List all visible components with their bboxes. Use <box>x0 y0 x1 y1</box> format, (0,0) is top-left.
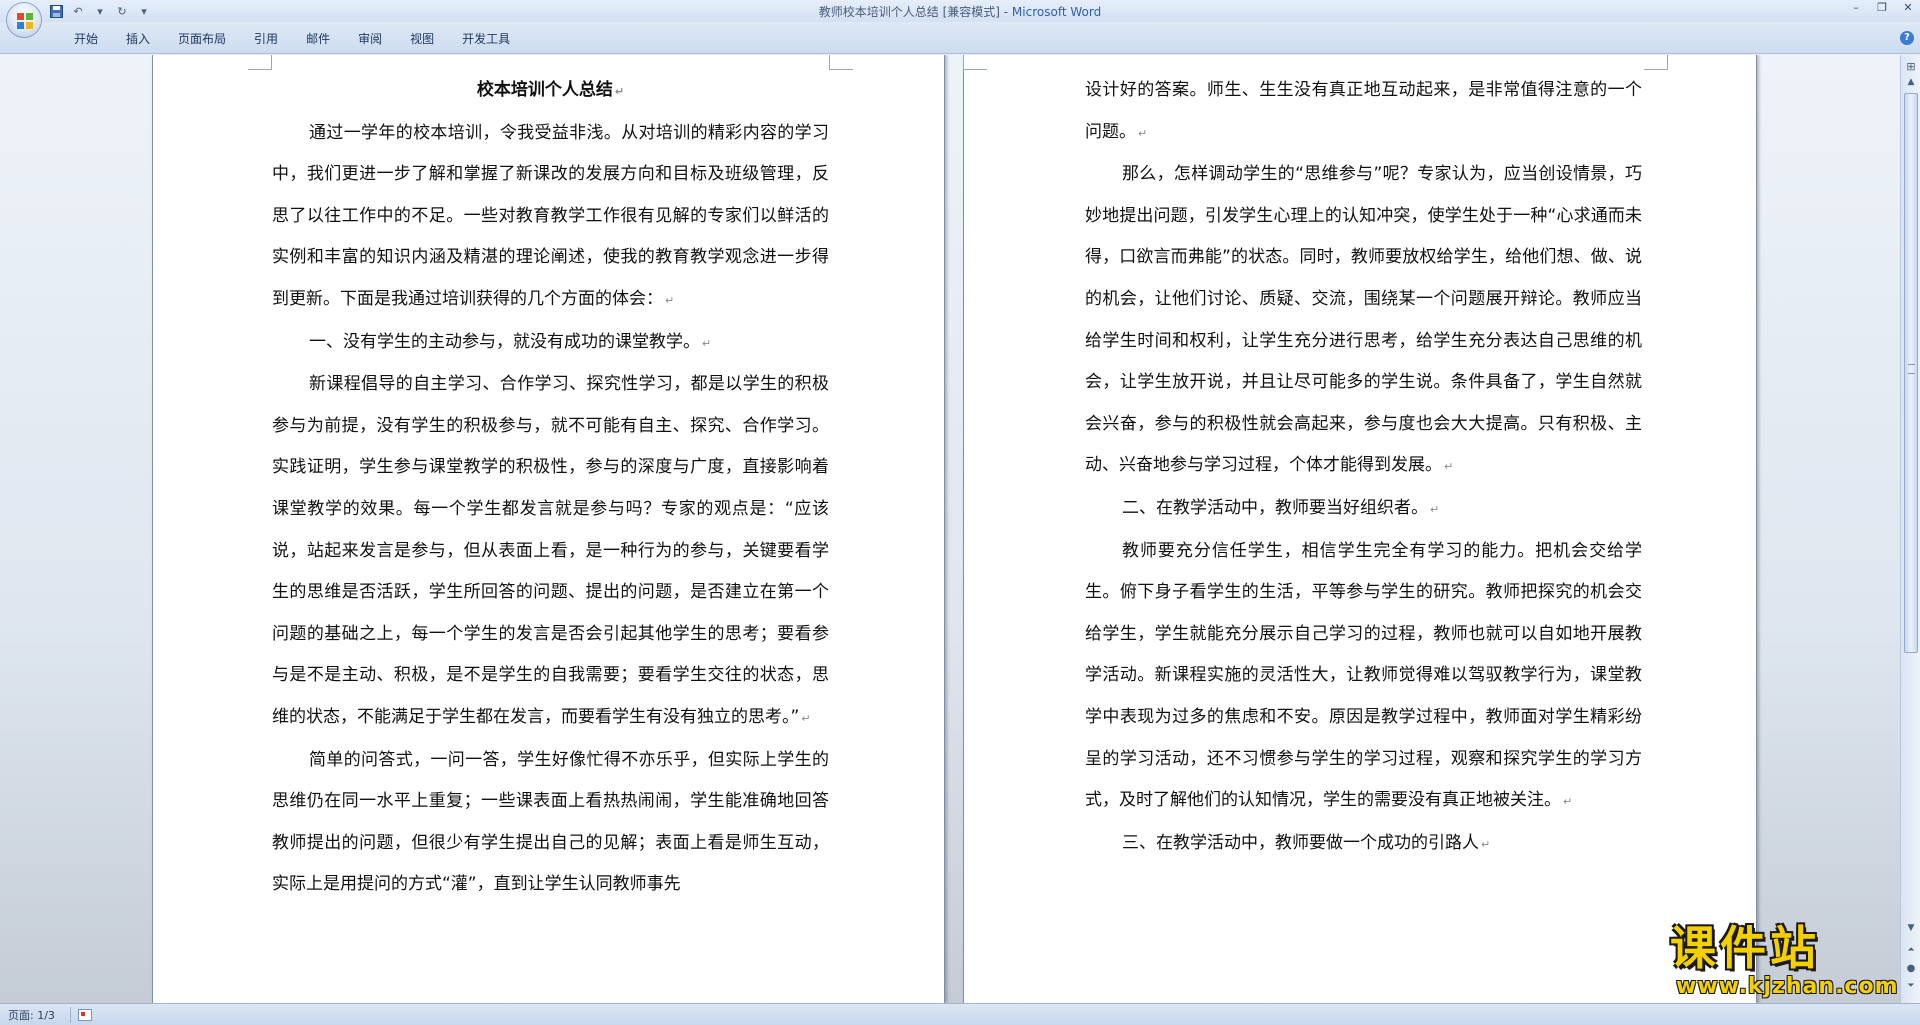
paragraph: 新课程倡导的自主学习、合作学习、探究性学习，都是以学生的积极参与为前提，没有学生… <box>272 374 829 727</box>
page-corner-mark <box>829 55 853 70</box>
tab-developer[interactable]: 开发工具 <box>448 30 524 48</box>
paragraph: 设计好的答案。师生、生生没有真正地互动起来，是非常值得注意的一个问题。 ↵ <box>1085 80 1642 142</box>
close-icon[interactable]: ✕ <box>1900 1 1916 15</box>
tab-review[interactable]: 审阅 <box>344 30 396 48</box>
site-watermark: 课件站 www.kjzhan.com <box>1670 921 1898 1000</box>
office-button[interactable] <box>6 2 42 38</box>
scroll-thumb[interactable] <box>1904 93 1918 653</box>
page-corner-mark <box>248 55 272 70</box>
restore-icon[interactable]: ❐ <box>1874 1 1890 15</box>
page-corner-mark <box>1644 55 1668 70</box>
paragraph: 教师要充分信任学生，相信学生完全有学习的能力。把机会交给学生。俯下身子看学生的生… <box>1085 540 1642 811</box>
page-1-text[interactable]: 校本培训个人总结 ↵ 通过一学年的校本培训，令我受益非浅。从对培训的精彩内容的学习… <box>272 70 829 906</box>
vertical-scrollbar[interactable]: ⊞ ▲ ▼ ⏶ ● ⏷ <box>1900 55 1920 1003</box>
ruler-toggle-icon[interactable]: ⊞ <box>1904 60 1918 74</box>
page-indicator[interactable]: 页面: 1/3 <box>8 1007 55 1023</box>
previous-page-icon[interactable]: ⏶ <box>1904 945 1918 959</box>
ribbon-tabs: 开始 插入 页面布局 引用 邮件 审阅 视图 开发工具 <box>60 30 524 48</box>
tab-mailings[interactable]: 邮件 <box>292 30 344 48</box>
tab-home[interactable]: 开始 <box>60 30 112 48</box>
window-controls: – ❐ ✕ <box>1848 1 1916 15</box>
paragraph: 一、没有学生的主动参与，就没有成功的课堂教学。 ↵ <box>309 331 712 352</box>
tab-references[interactable]: 引用 <box>240 30 292 48</box>
watermark-logo-text: 课件站 <box>1670 921 1820 975</box>
paragraph: 那么，怎样调动学生的“思维参与”呢？专家认为，应当创设情景，巧妙地提出问题，引发… <box>1085 164 1642 476</box>
paragraph: 三、在教学活动中，教师要做一个成功的引路人 ↵ <box>1122 832 1491 853</box>
document-title: 校本培训个人总结 ↵ <box>476 80 625 100</box>
office-logo-icon <box>17 13 33 29</box>
minimize-icon[interactable]: – <box>1848 1 1864 15</box>
macro-recording-icon[interactable] <box>78 1009 92 1021</box>
window-title: 教师校本培训个人总结 [兼容模式] - Microsoft Word <box>0 3 1920 20</box>
document-page-1[interactable]: 校本培训个人总结 ↵ 通过一学年的校本培训，令我受益非浅。从对培训的精彩内容的学习… <box>152 55 945 1003</box>
watermark-url: www.kjzhan.com <box>1676 974 1899 999</box>
status-bar: 页面: 1/3 <box>0 1003 1920 1025</box>
help-icon[interactable]: ? <box>1900 31 1914 45</box>
tab-page-layout[interactable]: 页面布局 <box>164 30 240 48</box>
next-page-icon[interactable]: ⏷ <box>1904 981 1918 995</box>
paragraph: 简单的问答式，一问一答，学生好像忙得不亦乐乎，但实际上学生的思维仍在同一水平上重… <box>272 749 829 895</box>
paragraph: 通过一学年的校本培训，令我受益非浅。从对培训的精彩内容的学习中，我们更进一步了解… <box>272 122 829 309</box>
document-page-2[interactable]: 设计好的答案。师生、生生没有真正地互动起来，是非常值得注意的一个问题。 ↵ 那么，… <box>963 55 1757 1003</box>
tab-insert[interactable]: 插入 <box>112 30 164 48</box>
title-bar: ↶ ▾ ↻ ▾ 教师校本培训个人总结 [兼容模式] - Microsoft Wo… <box>0 0 1920 22</box>
document-area[interactable]: 校本培训个人总结 ↵ 通过一学年的校本培训，令我受益非浅。从对培训的精彩内容的学习… <box>0 55 1900 1003</box>
paragraph: 二、在教学活动中，教师要当好组织者。 ↵ <box>1122 497 1440 518</box>
tab-view[interactable]: 视图 <box>396 30 448 48</box>
page-2-text[interactable]: 设计好的答案。师生、生生没有真正地互动起来，是非常值得注意的一个问题。 ↵ 那么，… <box>1085 70 1642 865</box>
scroll-up-icon[interactable]: ▲ <box>1904 77 1918 89</box>
window-title-document: 教师校本培训个人总结 [兼容模式] - <box>818 5 1012 19</box>
scroll-down-icon[interactable]: ▼ <box>1904 923 1918 935</box>
page-corner-mark <box>963 55 987 70</box>
status-divider <box>70 1007 71 1023</box>
browse-object-icon[interactable]: ● <box>1904 963 1918 977</box>
window-title-app: Microsoft Word <box>1011 5 1102 19</box>
ribbon-tab-bar: 开始 插入 页面布局 引用 邮件 审阅 视图 开发工具 ? <box>0 22 1920 54</box>
